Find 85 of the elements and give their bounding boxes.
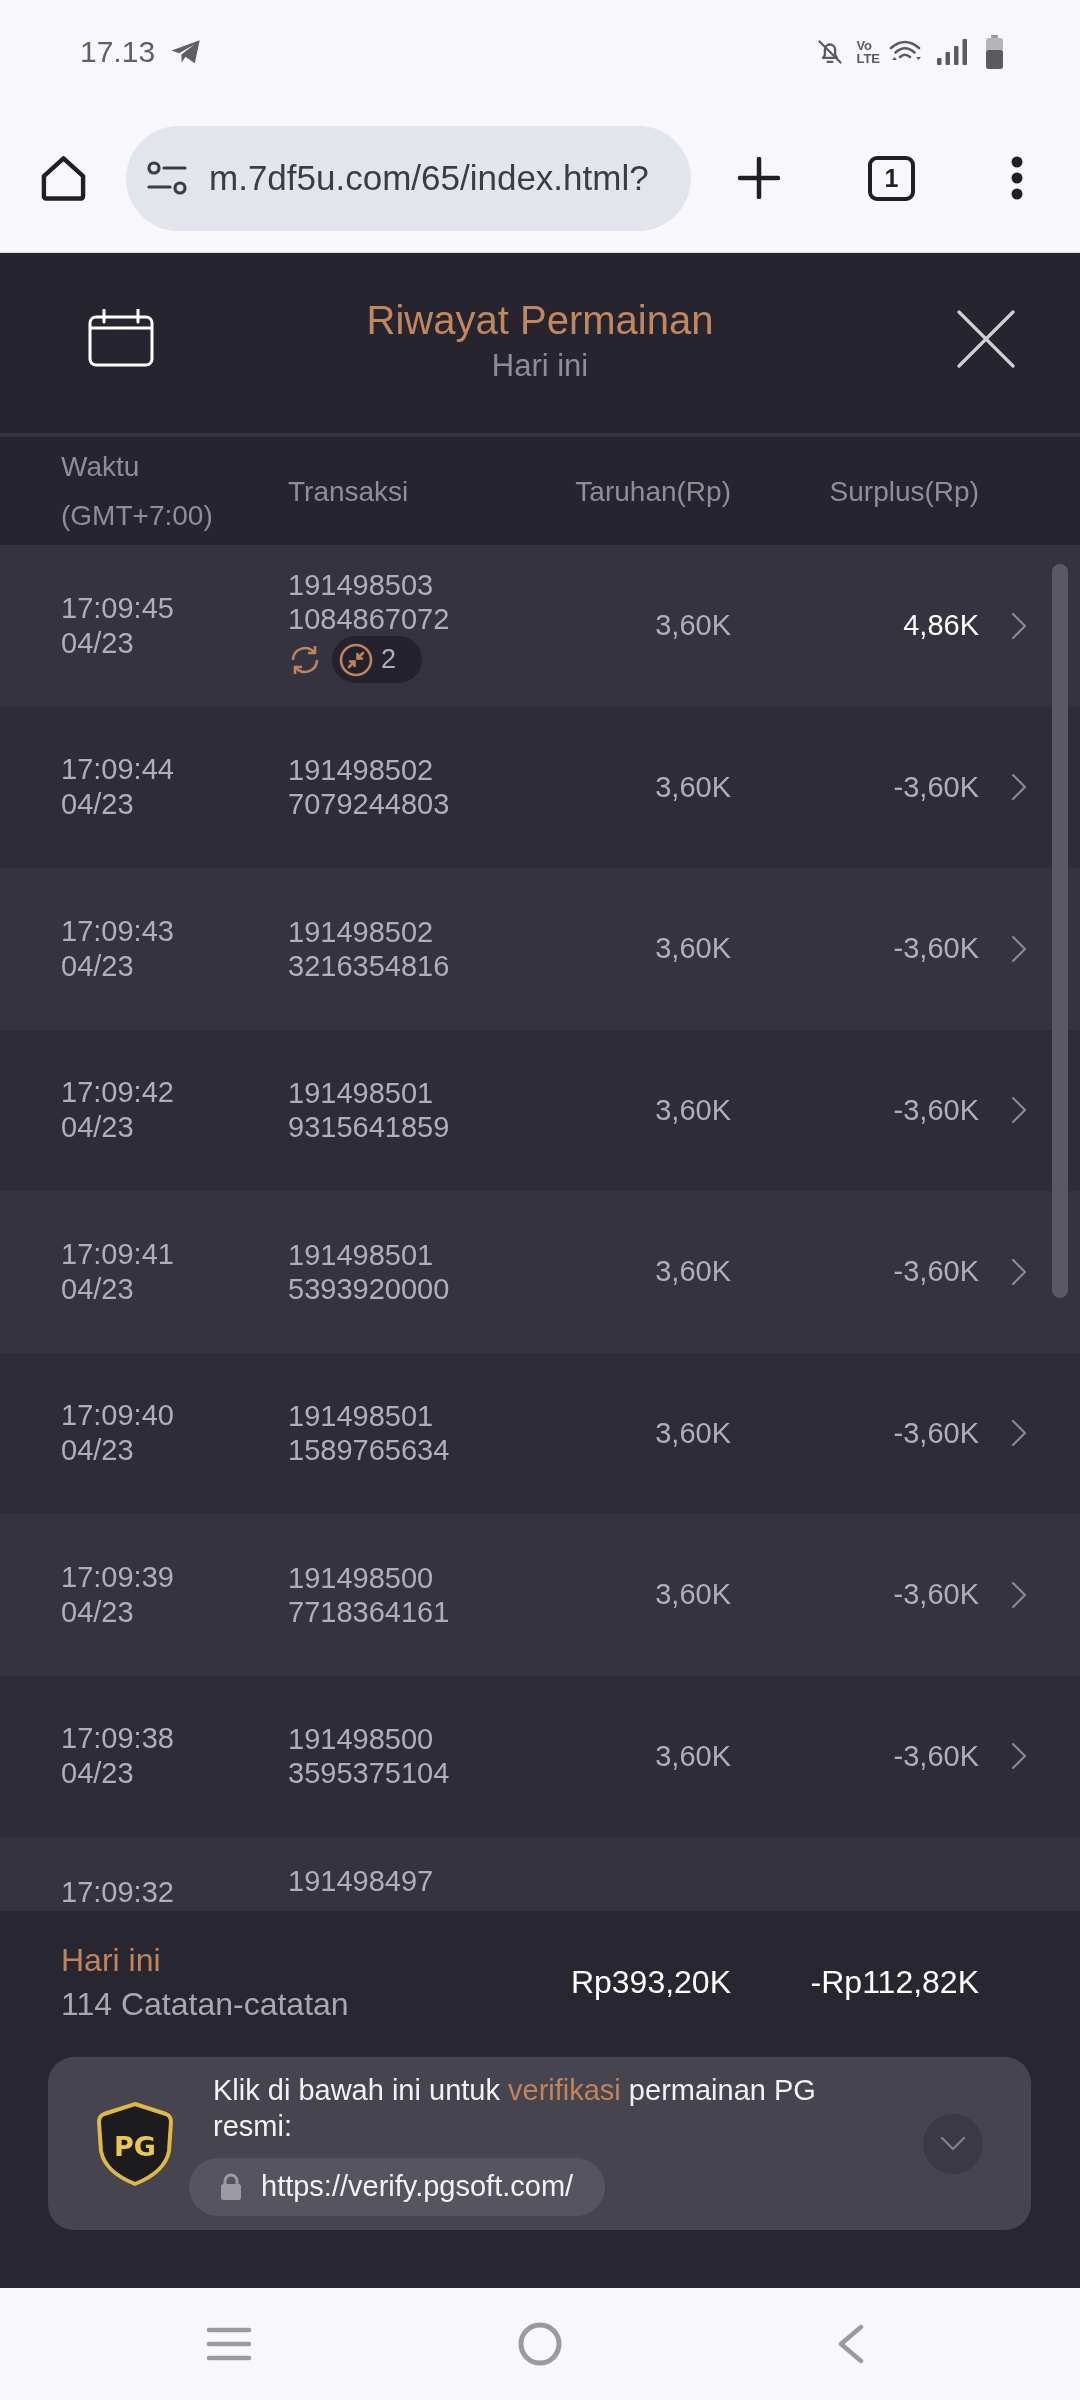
timestamp-text: 17:09:41 04/23 — [61, 1236, 174, 1307]
transaction-id: 191498502 3216354816 — [288, 914, 450, 983]
history-row[interactable]: 17:09:40 04/23 191498501 1589765634 3,60K -3,60K — [0, 1352, 1080, 1514]
chevron-down-icon[interactable] — [940, 2136, 966, 2151]
surplus-amount: 4,86K — [903, 609, 979, 643]
transaction-id: 191498500 7718364161 — [288, 1560, 450, 1629]
history-row[interactable]: 17:09:39 04/23 191498500 7718364161 3,60K -3,60K — [0, 1514, 1080, 1676]
dialog-title: Riwayat Permainan — [366, 297, 714, 343]
total-surplus: -Rp112,82K — [810, 1963, 979, 2001]
chevron-right-icon — [1011, 1419, 1027, 1448]
timestamp-text: 17:09:40 04/23 — [61, 1398, 174, 1469]
count-text: 2 — [381, 644, 397, 676]
menu-icon[interactable] — [206, 2327, 252, 2361]
timestamp-text: 17:09:44 04/23 — [61, 752, 174, 823]
transaction-id: 191498501 5393920000 — [288, 1237, 450, 1306]
transaction-id: 191498501 1589765634 — [288, 1399, 450, 1468]
transaction-id: 191498502 7079244803 — [288, 753, 450, 822]
plus-icon[interactable] — [738, 157, 780, 199]
chevron-right-icon — [1011, 611, 1027, 640]
timestamp-text: 17:09:45 04/23 — [61, 590, 174, 661]
scrollbar-thumb[interactable] — [1052, 564, 1068, 1298]
history-row[interactable]: 17:09:43 04/23 191498502 3216354816 3,60K -3,60K — [0, 868, 1080, 1030]
history-row[interactable]: 17:09:42 04/23 191498501 9315641859 3,60K -3,60K — [0, 1029, 1080, 1191]
bet-amount: 3,60K — [655, 1255, 731, 1289]
lock-icon — [220, 2172, 242, 2201]
period-label: Hari ini — [61, 1941, 162, 1980]
tab-switcher-button[interactable]: 1 — [868, 155, 915, 201]
back-icon[interactable] — [838, 2324, 864, 2364]
verify-link[interactable]: https://verify.pgsoft.com/ — [189, 2157, 606, 2216]
verify-message: Klik di bawah ini untuk verifikasi permainan PG resmi: — [212, 2072, 817, 2144]
chevron-right-icon — [1011, 1096, 1027, 1125]
signal-icon — [937, 39, 968, 65]
record-count: 114 Catatan-catatan — [61, 1985, 350, 2024]
timestamp-text: 17:09:32 — [61, 1875, 174, 1909]
surplus-amount: -3,60K — [893, 1255, 979, 1289]
address-bar[interactable]: m.7df5u.com/65/index.html? — [126, 125, 691, 231]
volte-indicator: Vo LTE — [856, 39, 880, 65]
sliders-icon[interactable] — [147, 161, 187, 195]
bet-amount: 3,60K — [655, 770, 731, 804]
history-row[interactable]: 17:09:38 04/23 191498500 3595375104 3,60K -3,60K — [0, 1675, 1080, 1837]
bet-amount: 3,60K — [655, 1093, 731, 1127]
clock-time: 17.13 — [80, 35, 156, 69]
chevron-right-icon — [1011, 1257, 1027, 1286]
transaction-id: 191498500 3595375104 — [288, 1722, 450, 1791]
transaction-id: 191498503 1084867072 — [288, 568, 450, 637]
column-header: Waktu (GMT+7:00) — [61, 450, 214, 533]
bet-amount: 3,60K — [655, 609, 731, 643]
calendar-icon[interactable] — [88, 309, 154, 367]
home-icon[interactable] — [40, 155, 87, 201]
shield-logo: PG — [96, 2100, 174, 2187]
surplus-amount: -3,60K — [893, 1416, 979, 1450]
surplus-amount: -3,60K — [893, 770, 979, 804]
history-row[interactable]: 17:09:45 04/23 191498503 1084867072 2 3,60K 4,86K — [0, 545, 1080, 707]
bet-amount: 3,60K — [655, 1578, 731, 1612]
compress-icon — [339, 642, 373, 677]
column-header: Transaksi — [288, 474, 409, 509]
surplus-amount: -3,60K — [893, 1093, 979, 1127]
bet-amount: 3,60K — [655, 1739, 731, 1773]
bell-off-icon — [816, 38, 845, 66]
chevron-right-icon — [1011, 773, 1027, 802]
battery-icon — [986, 35, 1003, 69]
timestamp-text: 17:09:39 04/23 — [61, 1559, 174, 1630]
close-icon[interactable] — [957, 310, 1015, 368]
bet-amount: 3,60K — [655, 932, 731, 966]
surplus-amount: -3,60K — [893, 932, 979, 966]
surplus-amount: -3,60K — [893, 1578, 979, 1612]
timestamp-text: 17:09:43 04/23 — [61, 913, 174, 984]
timestamp-text: 17:09:42 04/23 — [61, 1075, 174, 1146]
column-header: Taruhan(Rp) — [575, 474, 731, 509]
transaction-id: 191498497 — [288, 1864, 434, 1898]
chevron-right-icon — [1011, 934, 1027, 963]
more-icon[interactable] — [1010, 156, 1024, 200]
history-row[interactable]: 17:09:44 04/23 191498502 7079244803 3,60K -3,60K — [0, 706, 1080, 868]
chevron-right-icon — [1011, 1580, 1027, 1609]
total-bet: Rp393,20K — [570, 1963, 731, 2001]
chevron-right-icon — [1011, 1742, 1027, 1771]
history-row[interactable]: 17:09:41 04/23 191498501 5393920000 3,60K -3,60K — [0, 1191, 1080, 1353]
paper-plane-icon — [171, 39, 202, 65]
timestamp-text: 17:09:38 04/23 — [61, 1721, 174, 1792]
transaction-id: 191498501 9315641859 — [288, 1076, 450, 1145]
date-range-label: Hari ini — [490, 347, 590, 385]
history-row[interactable]: 17:09:32 191498497 — [0, 1837, 1080, 1911]
surplus-amount: -3,60K — [893, 1739, 979, 1773]
column-header: Surplus(Rp) — [829, 474, 979, 509]
bet-amount: 3,60K — [655, 1416, 731, 1450]
